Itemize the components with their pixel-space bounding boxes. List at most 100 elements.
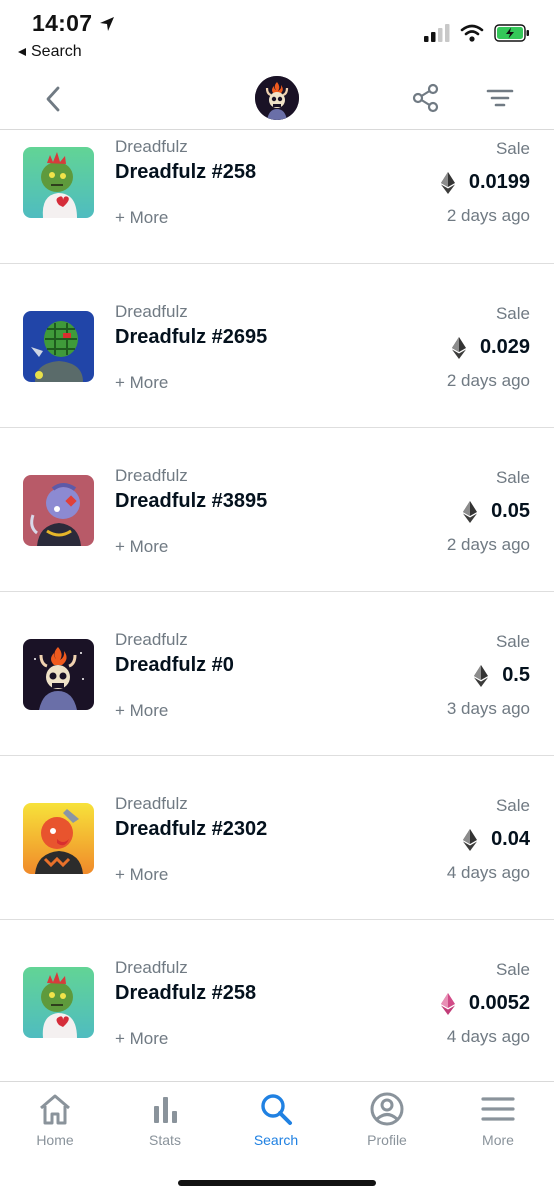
- tab-search[interactable]: Search: [221, 1092, 331, 1148]
- price: 0.05: [463, 500, 530, 523]
- signal-icon: [424, 24, 450, 42]
- nft-thumbnail[interactable]: [23, 639, 94, 710]
- status-bar: 14:07 Search: [0, 0, 554, 70]
- item-title[interactable]: Dreadfulz #2695: [115, 326, 267, 349]
- home-icon: [40, 1094, 70, 1125]
- nft-thumbnail[interactable]: [23, 803, 94, 874]
- eth-icon: [451, 336, 466, 359]
- eth-icon: [463, 828, 478, 851]
- nft-image-icon: [23, 803, 94, 874]
- collection-name: Dreadfulz: [115, 137, 188, 156]
- more-link[interactable]: + More: [115, 865, 168, 885]
- price: 0.029: [451, 336, 530, 359]
- price: 0.04: [463, 828, 530, 851]
- item-title[interactable]: Dreadfulz #0: [115, 654, 234, 677]
- eth-icon: [474, 664, 489, 687]
- tab-more[interactable]: More: [443, 1092, 553, 1148]
- more-link[interactable]: + More: [115, 701, 168, 721]
- menu-icon: [481, 1097, 515, 1121]
- tab-label: More: [482, 1132, 514, 1148]
- list-item[interactable]: Dreadfulz Dreadfulz #2302 + More Sale 0.…: [0, 756, 554, 920]
- collection-name: Dreadfulz: [115, 794, 188, 813]
- price: 0.0199: [440, 171, 530, 194]
- status-icons: [424, 24, 530, 42]
- item-title[interactable]: Dreadfulz #258: [115, 982, 256, 1005]
- more-link[interactable]: + More: [115, 1029, 168, 1049]
- tab-label: Profile: [367, 1132, 407, 1148]
- collection-avatar[interactable]: [255, 76, 299, 120]
- share-button[interactable]: [410, 82, 442, 114]
- timestamp: 2 days ago: [446, 535, 530, 554]
- share-icon: [412, 83, 439, 113]
- nft-thumbnail[interactable]: [23, 475, 94, 546]
- list-item[interactable]: Dreadfulz Dreadfulz #3895 + More Sale 0.…: [0, 428, 554, 592]
- timestamp: 3 days ago: [446, 699, 530, 718]
- filter-button[interactable]: [484, 82, 516, 114]
- tab-profile[interactable]: Profile: [332, 1092, 442, 1148]
- nft-image-icon: [23, 147, 94, 218]
- tab-label: Stats: [149, 1132, 181, 1148]
- nft-thumbnail[interactable]: [23, 967, 94, 1038]
- nft-image-icon: [23, 639, 94, 710]
- price-value: 0.0052: [468, 992, 530, 1014]
- nft-thumbnail[interactable]: [23, 311, 94, 382]
- nft-image-icon: [23, 475, 94, 546]
- more-link[interactable]: + More: [115, 208, 168, 228]
- nft-thumbnail[interactable]: [23, 147, 94, 218]
- collection-name: Dreadfulz: [115, 958, 188, 977]
- item-title[interactable]: Dreadfulz #2302: [115, 818, 267, 841]
- eth-icon: [463, 500, 478, 523]
- status-time: 14:07: [32, 10, 116, 37]
- collection-name: Dreadfulz: [115, 302, 188, 321]
- skull-avatar-icon: [255, 76, 299, 120]
- collection-name: Dreadfulz: [115, 466, 188, 485]
- price-value: 0.5: [502, 664, 530, 686]
- list-item[interactable]: Dreadfulz Dreadfulz #258 + More Sale 0.0…: [0, 131, 554, 264]
- list-item[interactable]: Dreadfulz Dreadfulz #258 + More Sale 0.0…: [0, 920, 554, 1081]
- price: 0.0052: [440, 992, 530, 1015]
- event-type: Sale: [495, 139, 530, 158]
- stats-icon: [154, 1097, 177, 1123]
- eth-icon: [440, 171, 455, 194]
- home-indicator: [178, 1180, 376, 1186]
- timestamp: 4 days ago: [446, 1027, 530, 1046]
- search-icon: [261, 1094, 292, 1125]
- list-item[interactable]: Dreadfulz Dreadfulz #2695 + More Sale 0.…: [0, 264, 554, 428]
- timestamp: 4 days ago: [446, 863, 530, 882]
- nft-image-icon: [23, 311, 94, 382]
- chevron-left-icon: [46, 86, 60, 112]
- timestamp: 2 days ago: [446, 206, 530, 225]
- back-to-app-button[interactable]: Search: [17, 43, 82, 61]
- price-value: 0.0199: [468, 171, 530, 193]
- price-value: 0.029: [479, 336, 530, 358]
- back-app-label: Search: [31, 43, 82, 60]
- more-link[interactable]: + More: [115, 373, 168, 393]
- clock: 14:07: [32, 10, 93, 36]
- timestamp: 2 days ago: [446, 371, 530, 390]
- more-link[interactable]: + More: [115, 537, 168, 557]
- back-button[interactable]: [38, 83, 70, 115]
- tab-label: Search: [253, 1132, 299, 1148]
- wifi-icon: [460, 24, 484, 42]
- tab-stats[interactable]: Stats: [110, 1092, 220, 1148]
- profile-icon: [370, 1092, 404, 1126]
- event-type: Sale: [495, 632, 530, 651]
- battery-icon: [494, 24, 529, 42]
- event-type: Sale: [495, 960, 530, 979]
- collection-name: Dreadfulz: [115, 630, 188, 649]
- nft-image-icon: [23, 967, 94, 1038]
- list-item[interactable]: Dreadfulz Dreadfulz #0 + More Sale 0.5 3…: [0, 592, 554, 756]
- price-value: 0.05: [491, 500, 530, 522]
- price: 0.5: [474, 664, 530, 687]
- tab-label: Home: [36, 1132, 74, 1148]
- activity-list[interactable]: Dreadfulz Dreadfulz #258 + More Sale 0.0…: [0, 131, 554, 1081]
- event-type: Sale: [495, 304, 530, 323]
- event-type: Sale: [495, 796, 530, 815]
- tab-home[interactable]: Home: [0, 1092, 110, 1148]
- item-title[interactable]: Dreadfulz #3895: [115, 490, 267, 513]
- location-arrow-icon: [100, 16, 115, 31]
- filter-icon: [486, 89, 514, 107]
- item-title[interactable]: Dreadfulz #258: [115, 161, 256, 184]
- weth-icon: [440, 992, 455, 1015]
- event-type: Sale: [495, 468, 530, 487]
